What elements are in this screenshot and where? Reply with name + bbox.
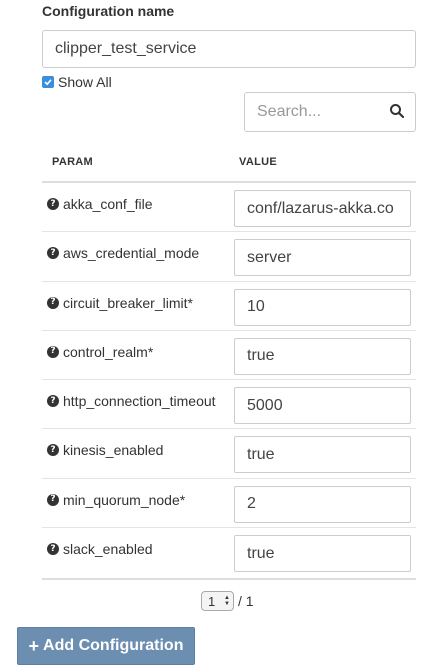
table-row: ? kinesis_enabled [42, 429, 416, 479]
help-icon[interactable]: ? [47, 543, 59, 556]
table-row: ? slack_enabled [42, 528, 416, 577]
page-select[interactable]: 1 ▲ ▼ [201, 591, 234, 611]
up-down-arrows-icon: ▲ ▼ [224, 595, 230, 607]
help-icon[interactable]: ? [47, 296, 59, 309]
table-row: ? akka_conf_file [42, 183, 416, 233]
search-icon[interactable] [389, 103, 405, 119]
param-value-input[interactable] [234, 485, 411, 523]
param-value-input[interactable] [234, 535, 411, 573]
param-name: slack_enabled [63, 541, 153, 558]
add-configuration-label: Add Configuration [43, 637, 184, 654]
param-name: http_connection_timeout [63, 393, 216, 410]
help-icon[interactable]: ? [47, 493, 59, 506]
page-current: 1 [208, 593, 216, 609]
table-row: ? http_connection_timeout [42, 380, 416, 430]
param-name: aws_credential_mode [63, 245, 200, 262]
help-icon[interactable]: ? [47, 345, 59, 358]
search-input[interactable] [245, 93, 385, 131]
param-name: akka_conf_file [63, 196, 153, 212]
search-box[interactable] [244, 92, 416, 132]
show-all-toggle[interactable]: Show All [42, 74, 112, 90]
help-icon[interactable]: ? [47, 444, 59, 457]
help-icon[interactable]: ? [47, 198, 59, 210]
add-configuration-button[interactable]: + Add Configuration [17, 627, 195, 665]
param-value-input[interactable] [234, 387, 411, 425]
param-table: ? akka_conf_file ? aws_credential_mode ? ci… [42, 183, 416, 577]
help-icon[interactable]: ? [47, 395, 59, 408]
param-value-input[interactable] [234, 337, 411, 375]
param-value-input[interactable] [234, 190, 411, 227]
param-value-input[interactable] [234, 288, 411, 326]
column-header-value: VALUE [239, 156, 277, 168]
help-icon[interactable]: ? [47, 247, 59, 260]
param-name: kinesis_enabled [63, 442, 164, 459]
column-header-param: PARAM [52, 156, 94, 168]
table-row: ? min_quorum_node* [42, 479, 416, 529]
param-name: circuit_breaker_limit* [63, 294, 193, 311]
page-total: / 1 [238, 593, 254, 609]
show-all-checkbox[interactable] [42, 76, 54, 88]
config-name-label: Configuration name [42, 3, 175, 19]
param-name: control_realm* [63, 343, 154, 360]
param-value-input[interactable] [234, 436, 411, 474]
pagination: 1 ▲ ▼ / 1 [201, 591, 254, 611]
table-row: ? aws_credential_mode [42, 232, 416, 282]
table-footer-divider [42, 578, 416, 580]
param-name: min_quorum_node* [63, 491, 186, 508]
plus-icon: + [28, 635, 40, 656]
table-row: ? circuit_breaker_limit* [42, 282, 416, 331]
param-value-input[interactable] [234, 239, 411, 277]
table-row: ? control_realm* [42, 331, 416, 381]
config-name-input[interactable] [42, 30, 416, 68]
show-all-label: Show All [58, 74, 112, 90]
